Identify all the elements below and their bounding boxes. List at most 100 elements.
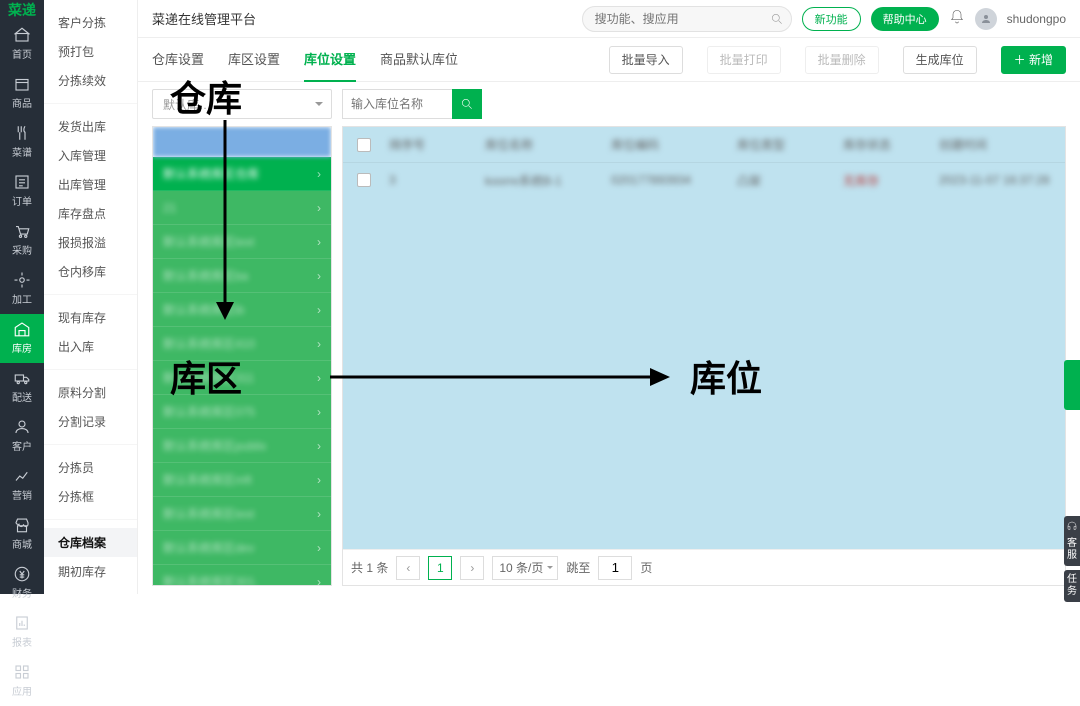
col-time: 创建时间 — [939, 136, 1051, 153]
pager-page-1[interactable]: 1 — [428, 556, 452, 580]
tab[interactable]: 仓库设置 — [152, 37, 204, 82]
content: 默认系统库区仓库›21›默认系统库区text›默认系统库区ba›默认系统库区lb… — [138, 126, 1080, 594]
nav-list[interactable]: 订单 — [0, 167, 44, 216]
tree-item[interactable]: 默认系统库区301.› — [153, 565, 331, 585]
nav-label: 采购 — [12, 242, 32, 257]
tree-item[interactable]: 默认系统库区text› — [153, 225, 331, 259]
select-all-checkbox[interactable] — [357, 138, 371, 152]
sub-link[interactable]: 仓内移库 — [44, 257, 137, 286]
tree-item[interactable]: 21› — [153, 191, 331, 225]
sub-link[interactable]: 分割记录 — [44, 407, 137, 436]
sub-link[interactable]: 原料分割 — [44, 378, 137, 407]
pager-size-select[interactable]: 10 条/页 — [492, 556, 558, 580]
chevron-right-icon: › — [317, 337, 321, 351]
tree-item[interactable]: 默认系统库区publix› — [153, 429, 331, 463]
tab[interactable]: 库区设置 — [228, 37, 280, 82]
generate-location-button[interactable]: 生成库位 — [903, 46, 977, 74]
sub-link[interactable]: 分拣员 — [44, 453, 137, 482]
nav-yen[interactable]: 财务 — [0, 559, 44, 608]
notifications-icon[interactable] — [949, 9, 965, 28]
global-search-input[interactable] — [582, 6, 792, 32]
nav-report[interactable]: 报表 — [0, 608, 44, 657]
sub-link[interactable]: 预打包 — [44, 37, 137, 66]
dock-service[interactable]: 客服 — [1064, 516, 1080, 566]
nav-box[interactable]: 商品 — [0, 69, 44, 118]
tree-item-label: 默认系统库区lb — [163, 301, 317, 318]
sub-link[interactable]: 发货出库 — [44, 112, 137, 141]
nav-chart[interactable]: 营销 — [0, 461, 44, 510]
tree-item[interactable]: 默认系统库区075› — [153, 395, 331, 429]
nav-user[interactable]: 客户 — [0, 412, 44, 461]
home-icon — [13, 26, 31, 44]
nav-label: 应用 — [12, 683, 32, 698]
nav-truck[interactable]: 配送 — [0, 363, 44, 412]
fork-icon — [13, 124, 31, 142]
dock-task[interactable]: 任务 — [1064, 570, 1080, 602]
tree-item[interactable]: 默认系统库区仓库› — [153, 157, 331, 191]
chevron-right-icon: › — [317, 507, 321, 521]
avatar[interactable] — [975, 8, 997, 30]
location-search-button[interactable] — [452, 89, 482, 119]
tree-item[interactable]: 默认系统库区410› — [153, 327, 331, 361]
sub-link[interactable]: 库存盘点 — [44, 199, 137, 228]
sub-link[interactable]: 分拣框 — [44, 482, 137, 511]
list-icon — [13, 173, 31, 191]
filter-row: 默认库… — [138, 82, 1080, 126]
tree-item[interactable]: 默认系统库区mft› — [153, 463, 331, 497]
dock-accent[interactable] — [1064, 360, 1080, 410]
nav-label: 商城 — [12, 536, 32, 551]
sub-link[interactable]: 分拣续效 — [44, 66, 137, 95]
sub-link[interactable]: 出库管理 — [44, 170, 137, 199]
nav-tool[interactable]: 加工 — [0, 265, 44, 314]
tree-item[interactable]: 默认系统库区test› — [153, 497, 331, 531]
warehouse-select[interactable]: 默认库… — [152, 89, 332, 119]
nav-label: 配送 — [12, 389, 32, 404]
pager-jump-input[interactable] — [598, 556, 632, 580]
global-search[interactable] — [582, 6, 792, 32]
tree-item-label: 默认系统库区dev — [163, 539, 317, 556]
tab[interactable]: 商品默认库位 — [380, 37, 458, 82]
batch-delete-button[interactable]: 批量删除 — [805, 46, 879, 74]
tree-item[interactable]: 默认系统库区ba› — [153, 259, 331, 293]
sub-link[interactable]: 客户分拣 — [44, 8, 137, 37]
tree-item-label: 21 — [163, 201, 317, 215]
sub-link[interactable]: 报损报溢 — [44, 228, 137, 257]
tree-item[interactable]: 默认系统库区311› — [153, 361, 331, 395]
location-search — [342, 89, 482, 119]
row-checkbox[interactable] — [357, 173, 371, 187]
nav-fork[interactable]: 菜谱 — [0, 118, 44, 167]
nav-label: 营销 — [12, 487, 32, 502]
nav-home[interactable]: 首页 — [0, 20, 44, 69]
tree-item-label: 默认系统库区mft — [163, 471, 317, 488]
tree-header — [153, 127, 331, 157]
sub-link[interactable]: 期初库存 — [44, 557, 137, 586]
help-center-button[interactable]: 帮助中心 — [871, 7, 939, 31]
tree-item[interactable]: 默认系统库区dev› — [153, 531, 331, 565]
tab[interactable]: 库位设置 — [304, 37, 356, 82]
batch-print-button[interactable]: 批量打印 — [707, 46, 781, 74]
nav-label: 首页 — [12, 46, 32, 61]
sub-link[interactable]: 仓库档案 — [44, 528, 137, 557]
headset-icon — [1066, 520, 1078, 532]
table-row[interactable]: 3koorre系统B-1020177893934凸架无库存2023-11-07 … — [343, 163, 1065, 197]
user-icon — [13, 418, 31, 436]
batch-import-button[interactable]: 批量导入 — [609, 46, 683, 74]
nav-cart[interactable]: 采购 — [0, 216, 44, 265]
cell-status: 无库存 — [843, 172, 923, 189]
pager-next[interactable]: › — [460, 556, 484, 580]
sub-link[interactable]: 入库管理 — [44, 141, 137, 170]
nav-shop[interactable]: 商城 — [0, 510, 44, 559]
pager-jump-label: 跳至 — [566, 559, 590, 576]
nav-warehouse[interactable]: 库房 — [0, 314, 44, 363]
col-seq: 排序号 — [389, 136, 469, 153]
nav-grid[interactable]: 应用 — [0, 657, 44, 706]
col-type: 库位类型 — [737, 136, 827, 153]
add-new-button[interactable]: ＋ 新增 — [1001, 46, 1066, 74]
location-search-input[interactable] — [342, 89, 452, 119]
username[interactable]: shudongpo — [1007, 12, 1066, 26]
tree-item[interactable]: 默认系统库区lb› — [153, 293, 331, 327]
sub-link[interactable]: 现有库存 — [44, 303, 137, 332]
pager-prev[interactable]: ‹ — [396, 556, 420, 580]
sub-link[interactable]: 出入库 — [44, 332, 137, 361]
new-feature-button[interactable]: 新功能 — [802, 7, 861, 31]
